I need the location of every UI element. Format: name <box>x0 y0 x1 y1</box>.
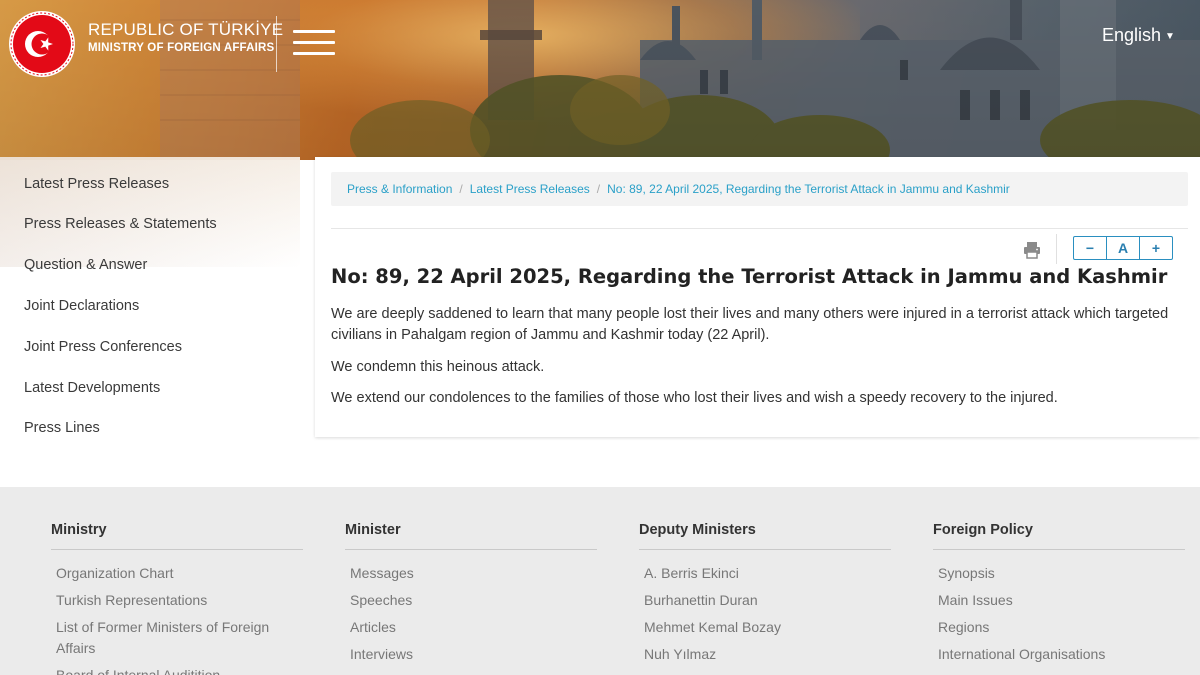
footer-link[interactable]: Messages <box>350 563 590 584</box>
footer-link[interactable]: Board of Internal Auditition <box>56 665 296 675</box>
sidebar-item-latest-developments[interactable]: Latest Developments <box>24 380 160 396</box>
breadcrumb-separator: / <box>459 182 463 196</box>
footer-column-minister: Minister Messages Speeches Articles Inte… <box>345 522 597 662</box>
footer-link[interactable]: Articles <box>350 617 590 638</box>
brand-divider <box>276 16 277 72</box>
footer-heading: Deputy Ministers <box>639 522 891 550</box>
breadcrumb-separator: / <box>596 182 601 196</box>
breadcrumb-item[interactable]: Press & Information <box>347 182 452 196</box>
font-size-controls: − A + <box>1073 236 1173 260</box>
article-paragraph: We condemn this heinous attack. <box>331 359 545 375</box>
language-selector[interactable]: English ▼ <box>1102 25 1175 46</box>
sidebar-item-joint-declarations[interactable]: Joint Declarations <box>24 298 139 314</box>
footer-link[interactable]: Synopsis <box>938 563 1178 584</box>
tools-divider <box>1056 234 1057 264</box>
reset-font-button[interactable]: A <box>1106 237 1139 259</box>
article-paragraph: We are deeply saddened to learn that man… <box>331 306 1169 343</box>
language-label: English <box>1102 25 1162 45</box>
decrease-font-button[interactable]: − <box>1074 237 1106 259</box>
sidebar-item-press-releases-statements[interactable]: Press Releases & Statements <box>24 216 217 232</box>
breadcrumb: Press & Information / Latest Press Release… <box>331 172 1188 206</box>
footer-link[interactable]: List of Former Ministers of Foreign Affa… <box>56 617 296 659</box>
page-title: No: 89, 22 April 2025, Regarding the Ter… <box>331 265 1168 288</box>
ministry-brand[interactable]: REPUBLIC OF TÜRKİYE MINISTRY OF FOREIGN … <box>88 20 283 54</box>
footer-heading: Ministry <box>51 522 303 550</box>
caret-down-icon: ▼ <box>1165 30 1175 42</box>
brand-line-2: MINISTRY OF FOREIGN AFFAIRS <box>88 42 275 54</box>
footer-link[interactable]: Speeches <box>350 590 590 611</box>
sidebar-item-question-answer[interactable]: Question & Answer <box>24 257 147 273</box>
brand-line-1: REPUBLIC OF TÜRKİYE <box>88 20 284 39</box>
sidebar-item-latest-press-releases[interactable]: Latest Press Releases <box>24 176 169 192</box>
sidebar-item-joint-press-conferences[interactable]: Joint Press Conferences <box>24 339 182 355</box>
footer-column-deputy-ministers: Deputy Ministers A. Berris Ekinci Burhan… <box>639 522 891 662</box>
divider <box>331 228 1188 229</box>
footer-heading: Foreign Policy <box>933 522 1185 550</box>
footer-link[interactable]: Regions <box>938 617 1178 638</box>
footer-link[interactable]: Main Issues <box>938 590 1178 611</box>
footer-link[interactable]: A. Berris Ekinci <box>644 563 884 584</box>
footer-link[interactable]: Burhanettin Duran <box>644 590 884 611</box>
footer-column-foreign-policy: Foreign Policy Synopsis Main Issues Regi… <box>933 522 1185 662</box>
printer-icon[interactable] <box>1022 240 1042 260</box>
footer-heading: Minister <box>345 522 597 550</box>
sidebar-item-press-lines[interactable]: Press Lines <box>24 420 100 436</box>
article-paragraph: We extend our condolences to the familie… <box>331 390 1058 406</box>
breadcrumb-item[interactable]: Latest Press Releases <box>470 182 590 196</box>
breadcrumb-item-current[interactable]: No: 89, 22 April 2025, Regarding the Ter… <box>607 182 1010 196</box>
hamburger-icon[interactable] <box>293 30 335 58</box>
footer-link[interactable]: Mehmet Kemal Bozay <box>644 617 884 638</box>
footer-link[interactable]: Turkish Representations <box>56 590 296 611</box>
crescent-star-emblem-icon[interactable] <box>8 10 76 78</box>
footer-link[interactable]: Interviews <box>350 644 590 665</box>
footer-link[interactable]: Organization Chart <box>56 563 296 584</box>
footer-link[interactable]: International Organisations <box>938 644 1178 665</box>
increase-font-button[interactable]: + <box>1139 237 1172 259</box>
footer-link[interactable]: Nuh Yılmaz <box>644 644 884 665</box>
footer-column-ministry: Ministry Organization Chart Turkish Repr… <box>51 522 303 675</box>
